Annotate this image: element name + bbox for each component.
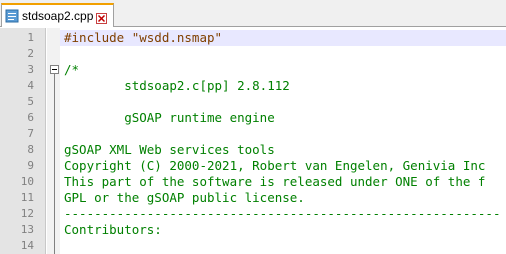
line-number: 2	[27, 47, 34, 60]
code-line[interactable]: 3 /*	[0, 62, 506, 78]
code-line[interactable]: 14	[0, 238, 506, 254]
fold-collapse-icon[interactable]	[50, 65, 59, 74]
line-number: 14	[20, 239, 34, 252]
code-text: Contributors:	[64, 222, 162, 237]
close-icon[interactable]	[96, 11, 108, 24]
line-highlight	[60, 62, 506, 78]
line-highlight	[60, 126, 506, 142]
line-number: 1	[27, 31, 34, 44]
file-icon	[5, 9, 19, 23]
line-number: 11	[20, 191, 34, 204]
code-text: GPL or the gSOAP public license.	[64, 190, 305, 205]
code-line[interactable]: 12 --------------------------------------…	[0, 206, 506, 222]
code-line[interactable]: 2	[0, 46, 506, 62]
code-text: gSOAP XML Web services tools	[64, 142, 275, 157]
tab-filename: stdsoap2.cpp	[22, 9, 94, 23]
line-highlight	[60, 238, 506, 254]
line-number: 13	[20, 223, 34, 236]
fold-guide-line	[54, 74, 55, 254]
line-number: 3	[27, 63, 34, 76]
line-number: 6	[27, 111, 34, 124]
tab-bar: stdsoap2.cpp	[0, 0, 506, 27]
code-line[interactable]: 4 stdsoap2.c[pp] 2.8.112	[0, 78, 506, 94]
code-text: gSOAP runtime engine	[64, 110, 275, 125]
code-text: Copyright (C) 2000-2021, Robert van Enge…	[64, 158, 486, 173]
line-highlight	[60, 94, 506, 110]
code-text: ----------------------------------------…	[64, 206, 501, 221]
code-line[interactable]: 7	[0, 126, 506, 142]
code-text: This part of the software is released un…	[64, 174, 486, 189]
code-line[interactable]: 1 #include "wsdd.nsmap"	[0, 30, 506, 46]
code-text: stdsoap2.c[pp] 2.8.112	[64, 78, 290, 93]
line-number: 8	[27, 143, 34, 156]
code-line[interactable]: 10 This part of the software is released …	[0, 174, 506, 190]
code-line[interactable]: 8 gSOAP XML Web services tools	[0, 142, 506, 158]
code-line[interactable]: 13 Contributors:	[0, 222, 506, 238]
code-line[interactable]: 9 Copyright (C) 2000-2021, Robert van Eng…	[0, 158, 506, 174]
code-line[interactable]: 5	[0, 94, 506, 110]
code-text: #include "wsdd.nsmap"	[64, 30, 223, 45]
tab-stdsoap2-cpp[interactable]: stdsoap2.cpp	[1, 3, 114, 27]
notepad-plus-plus-window: stdsoap2.cpp 1 #include "wsdd.nsmap" 2 3/* 4…	[0, 0, 506, 254]
line-highlight	[60, 46, 506, 62]
line-number: 9	[27, 159, 34, 172]
line-number: 10	[20, 175, 34, 188]
code-editor[interactable]: 1 #include "wsdd.nsmap" 2 3/* 4 stdsoap2.c[p…	[0, 28, 506, 254]
code-line[interactable]: 11 GPL or the gSOAP public license.	[0, 190, 506, 206]
line-number: 5	[27, 95, 34, 108]
line-number: 7	[27, 127, 34, 140]
code-line[interactable]: 6 gSOAP runtime engine	[0, 110, 506, 126]
line-number: 4	[27, 79, 34, 92]
code-text: /*	[64, 62, 80, 77]
line-number: 12	[20, 207, 34, 220]
